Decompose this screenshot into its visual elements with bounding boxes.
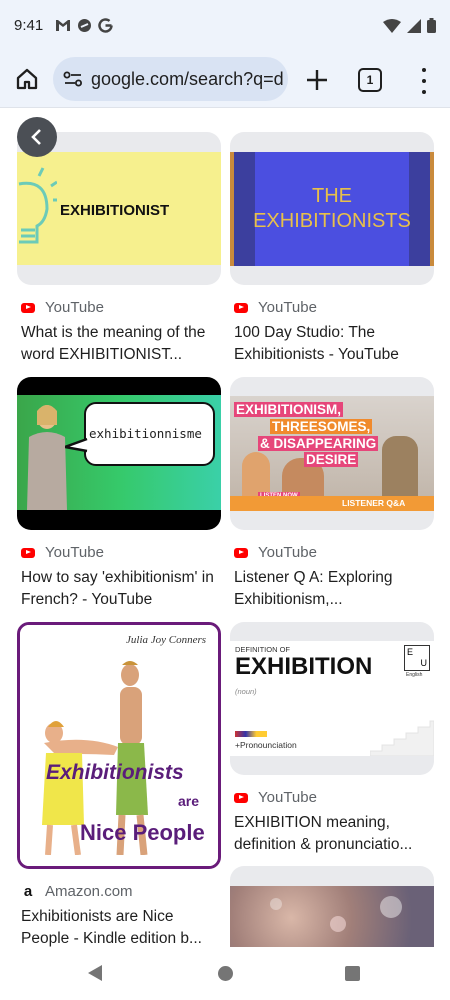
nav-back-icon[interactable] <box>88 965 102 981</box>
result-thumbnail[interactable]: THE EXHIBITIONISTS <box>230 132 434 285</box>
thumbnail-text: THREESOMES, <box>270 419 373 434</box>
home-button[interactable] <box>12 64 42 94</box>
listener-qa-badge: LISTENER Q&A <box>342 498 406 508</box>
english-logo: E U <box>404 645 430 671</box>
result-card[interactable] <box>230 866 434 947</box>
thumbnail-text: EXHIBITION <box>235 653 373 680</box>
result-source: YouTube <box>234 789 434 806</box>
result-card[interactable]: DEFINITION OF EXHIBITION (noun) E U Engl… <box>230 622 434 856</box>
result-title[interactable]: How to say 'exhibitionism' in French? - … <box>21 567 221 611</box>
nav-home-icon[interactable] <box>218 966 233 981</box>
more-menu-button[interactable] <box>414 66 434 96</box>
nav-recents-icon[interactable] <box>345 966 360 981</box>
thumbnail-image: EXHIBITIONISM, THREESOMES, & DISAPPEARIN… <box>230 396 434 511</box>
flag-icons <box>235 731 267 737</box>
menu-dot-icon <box>422 79 426 83</box>
thumbnail-text: EXHIBITIONISTS <box>253 210 411 232</box>
youtube-icon <box>21 547 35 558</box>
gmail-icon <box>56 20 70 31</box>
back-button[interactable] <box>17 117 57 157</box>
thumbnail-text: Exhibitionists <box>46 761 184 784</box>
thumbnail-image: DEFINITION OF EXHIBITION (noun) E U Engl… <box>230 641 434 756</box>
person-figure <box>27 405 67 510</box>
thumbnail-text: (noun) <box>235 687 257 696</box>
result-title[interactable]: Exhibitionists are Nice People - Kindle … <box>21 906 221 947</box>
amazon-icon: a <box>23 883 33 900</box>
menu-dot-icon <box>422 90 426 94</box>
result-thumbnail[interactable]: Julia Joy Conners Exhibitionists are Nic… <box>17 622 221 869</box>
thumbnail-text: EXHIBITIONISM, <box>234 402 344 417</box>
thumbnail-text: are <box>178 793 200 809</box>
address-bar[interactable]: google.com/search?q=d <box>53 57 288 101</box>
thumbnail-text: exhibitionnisme <box>89 426 202 441</box>
menu-dot-icon <box>422 68 426 72</box>
youtube-icon <box>21 302 35 313</box>
thumbnail-image: EXHIBITIONIST <box>17 152 221 265</box>
lightbulb-icon <box>18 167 57 244</box>
browser-toolbar: google.com/search?q=d 1 <box>0 52 450 108</box>
result-source: YouTube <box>234 544 434 561</box>
system-icons <box>383 18 436 33</box>
sync-icon <box>78 19 91 32</box>
result-thumbnail[interactable]: exhibitionnisme <box>17 377 221 530</box>
result-thumbnail[interactable]: DEFINITION OF EXHIBITION (noun) E U Engl… <box>230 622 434 775</box>
thumbnail-image <box>230 886 434 947</box>
site-settings-icon <box>63 71 82 87</box>
chevron-left-icon <box>31 129 41 145</box>
home-icon <box>16 68 38 90</box>
result-title[interactable]: 100 Day Studio: The Exhibitionists - You… <box>234 322 434 366</box>
google-icon <box>98 18 113 33</box>
result-source: YouTube <box>21 299 221 316</box>
result-thumbnail[interactable]: EXHIBITIONIST <box>17 132 221 285</box>
notification-icons <box>55 18 113 33</box>
result-thumbnail[interactable]: EXHIBITIONISM, THREESOMES, & DISAPPEARIN… <box>230 377 434 530</box>
thumbnail-text: EXHIBITIONIST <box>60 202 170 219</box>
result-title[interactable]: EXHIBITION meaning, definition & pronunc… <box>234 812 434 856</box>
result-card[interactable]: EXHIBITIONISM, THREESOMES, & DISAPPEARIN… <box>230 377 434 611</box>
speech-bubble: exhibitionnisme <box>84 402 215 466</box>
url-text: google.com/search?q=d <box>91 68 284 89</box>
thumbnail-text: +Pronounciation <box>235 740 297 750</box>
thumbnail-text: Nice People <box>80 820 205 845</box>
thumbnail-text: THE <box>312 185 352 207</box>
source-label: Amazon.com <box>45 883 133 900</box>
image-results-grid: EXHIBITIONIST YouTube What is the meanin… <box>0 109 450 947</box>
youtube-icon <box>234 792 248 803</box>
result-card[interactable]: exhibitionnisme YouTube How to say 'exhi… <box>17 377 221 611</box>
system-navigation-bar <box>0 947 450 1000</box>
source-label: YouTube <box>258 299 317 316</box>
result-card[interactable]: EXHIBITIONIST YouTube What is the meanin… <box>17 132 221 366</box>
status-bar: 9:41 <box>0 0 450 52</box>
result-title[interactable]: Listener Q A: Exploring Exhibitionism,..… <box>234 567 434 611</box>
thumbnail-image: exhibitionnisme <box>17 395 221 510</box>
youtube-icon <box>234 302 248 313</box>
status-time: 9:41 <box>14 17 44 34</box>
youtube-icon <box>234 547 248 558</box>
result-title[interactable]: What is the meaning of the word EXHIBITI… <box>21 322 221 366</box>
wifi-icon <box>383 18 401 33</box>
battery-icon <box>427 18 436 33</box>
english-logo-label: English <box>406 672 423 678</box>
result-card[interactable]: Julia Joy Conners Exhibitionists are Nic… <box>17 622 221 947</box>
result-card[interactable]: THE EXHIBITIONISTS YouTube 100 Day Studi… <box>230 132 434 366</box>
source-label: YouTube <box>45 299 104 316</box>
thumbnail-image: THE EXHIBITIONISTS <box>230 152 434 266</box>
source-label: YouTube <box>258 544 317 561</box>
result-source: YouTube <box>234 299 434 316</box>
thumbnail-text: DESIRE <box>304 452 359 467</box>
source-label: YouTube <box>45 544 104 561</box>
tab-switcher-button[interactable]: 1 <box>358 68 382 92</box>
result-source: a Amazon.com <box>21 883 221 900</box>
thumbnail-author: Julia Joy Conners <box>126 634 207 646</box>
result-thumbnail[interactable] <box>230 866 434 947</box>
signal-icon <box>407 18 421 33</box>
result-source: YouTube <box>21 544 221 561</box>
new-tab-button[interactable] <box>302 65 332 95</box>
source-label: YouTube <box>258 789 317 806</box>
thumbnail-text: & DISAPPEARING <box>258 436 379 451</box>
thumbnail-image: Julia Joy Conners Exhibitionists are Nic… <box>20 625 218 866</box>
plus-icon <box>307 70 327 90</box>
